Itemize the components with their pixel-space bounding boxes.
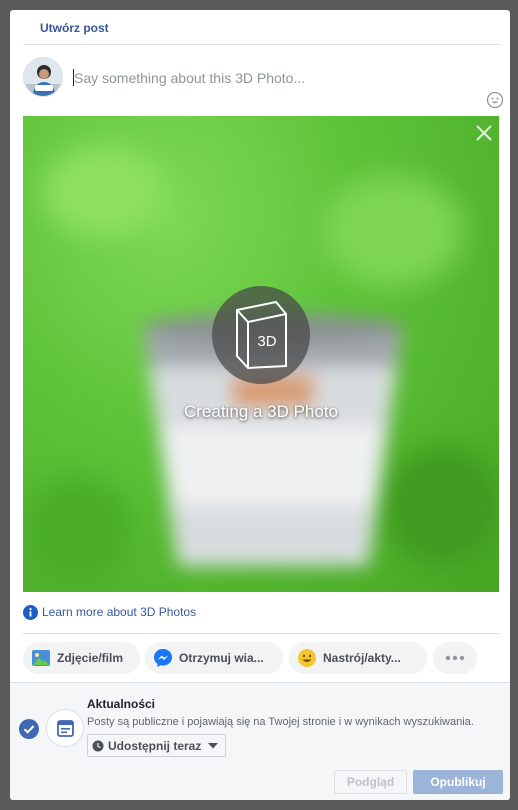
news-feed-checkbox[interactable] <box>19 719 39 739</box>
caret-down-icon <box>208 742 219 748</box>
preview-button[interactable]: Podgląd <box>334 770 407 794</box>
emoji-icon <box>298 649 316 667</box>
post-text-input[interactable] <box>74 66 484 90</box>
dialog-title-tab[interactable]: Utwórz post <box>40 21 109 35</box>
grass-highlight <box>323 176 463 286</box>
creating-status-text: Creating a 3D Photo <box>183 402 339 421</box>
news-feed-icon <box>57 720 74 737</box>
emoji-picker-icon[interactable] <box>486 91 504 109</box>
avatar-image <box>24 58 62 96</box>
divider <box>23 633 499 634</box>
grass-highlight <box>43 146 163 236</box>
avatar[interactable] <box>23 57 63 97</box>
3d-cube-icon: 3D <box>236 300 287 370</box>
learn-more-label: Learn more about 3D Photos <box>42 605 197 619</box>
check-icon <box>23 725 35 734</box>
3d-badge: 3D <box>212 286 310 384</box>
messenger-icon <box>154 649 172 667</box>
create-post-dialog: Utwórz post Say something about this 3D … <box>10 10 510 800</box>
feeling-activity-button[interactable]: Nastrój/akty... <box>289 642 427 674</box>
dialog-header: Utwórz post <box>23 10 499 45</box>
news-feed-description: Posty są publiczne i pojawiają się na Tw… <box>87 716 474 728</box>
3d-photo-preview: 3D Creating a 3D Photo <box>23 116 499 592</box>
learn-more-link[interactable]: Learn more about 3D Photos <box>23 604 196 620</box>
post-footer: Aktualności Posty są publiczne i pojawia… <box>10 682 510 800</box>
photo-video-label: Zdjęcie/film <box>57 651 124 665</box>
3d-badge-label: 3D <box>257 333 276 350</box>
info-icon <box>23 604 38 620</box>
news-feed-title: Aktualności <box>87 697 156 711</box>
get-messages-button[interactable]: Otrzymuj wia... <box>145 642 283 674</box>
get-messages-label: Otrzymuj wia... <box>179 651 264 665</box>
photo-video-button[interactable]: Zdjęcie/film <box>23 642 140 674</box>
photo-video-icon <box>32 650 50 666</box>
publish-button[interactable]: Opublikuj <box>413 770 503 794</box>
share-now-label: Udostępnij teraz <box>108 738 202 753</box>
more-options-button[interactable] <box>433 642 477 674</box>
close-icon[interactable] <box>474 123 494 143</box>
more-icon <box>445 655 465 661</box>
clock-icon <box>92 740 104 751</box>
news-feed-icon-wrap <box>46 709 84 747</box>
grass-shadow <box>23 476 133 586</box>
share-now-dropdown[interactable]: Udostępnij teraz <box>87 734 226 757</box>
feeling-activity-label: Nastrój/akty... <box>323 651 401 665</box>
